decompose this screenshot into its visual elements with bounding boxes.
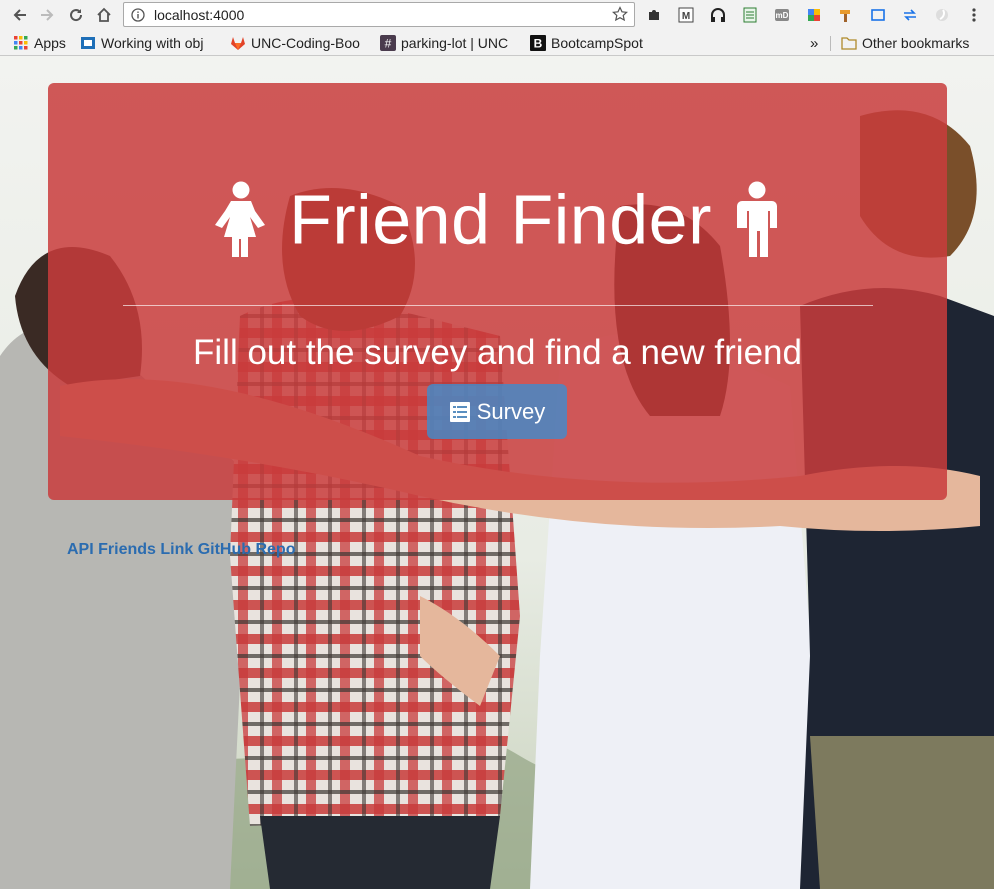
swap-arrows-icon[interactable] (901, 6, 919, 24)
info-icon (131, 8, 145, 22)
extension-puzzle-icon[interactable] (645, 6, 663, 24)
home-button[interactable] (94, 5, 114, 25)
apps-grid-icon (13, 35, 29, 51)
colorful-extension-icon[interactable] (805, 6, 823, 24)
title-divider (123, 305, 873, 306)
bookmark-label: Working with obj (101, 35, 204, 51)
bookmark-label: BootcampSpot (551, 35, 643, 51)
footer-links: API Friends Link GitHub Repo (67, 541, 295, 559)
home-icon (97, 7, 111, 22)
api-friends-link[interactable]: API Friends Link (67, 541, 193, 558)
bookmark-working-with-obj[interactable]: Working with obj (80, 34, 218, 52)
github-repo-link[interactable]: GitHub Repo (198, 541, 296, 558)
svg-text:mD: mD (776, 11, 789, 20)
other-bookmarks-folder[interactable]: Other bookmarks (841, 34, 969, 52)
bookmark-label: Other bookmarks (862, 35, 970, 51)
browser-toolbar: localhost:4000 M mD (0, 0, 994, 31)
bookmark-unc-coding[interactable]: UNC-Coding-Boo (230, 34, 368, 52)
reload-button[interactable] (66, 5, 86, 25)
forward-arrow-icon (41, 9, 54, 21)
bookmark-bootcampspot[interactable]: B BootcampSpot (530, 34, 643, 52)
headphones-icon[interactable] (709, 6, 727, 24)
back-button[interactable] (10, 5, 30, 25)
bookmark-label: Apps (34, 35, 66, 51)
folder-icon (841, 35, 857, 51)
female-icon (215, 181, 266, 257)
svg-text:#: # (385, 37, 392, 51)
bookmark-apps[interactable]: Apps (13, 34, 66, 52)
bookmark-parking-lot[interactable]: # parking-lot | UNC (380, 34, 518, 52)
svg-text:B: B (534, 37, 543, 51)
subtitle-text: Fill out the survey and find a new frien… (193, 333, 802, 372)
forward-button[interactable] (37, 5, 57, 25)
grey-extension-icon[interactable] (933, 6, 951, 24)
male-icon (736, 181, 777, 257)
screen-capture-icon[interactable] (869, 6, 887, 24)
reload-icon (70, 9, 83, 22)
bookmarks-overflow-button[interactable]: » (810, 34, 818, 52)
jumbotron-panel: Friend Finder Fill out the survey and fi… (48, 83, 947, 500)
page-viewport: Friend Finder Fill out the survey and fi… (0, 56, 994, 889)
slack-hash-icon: # (380, 35, 396, 51)
survey-button-label: Survey (476, 398, 546, 424)
gitlab-icon (230, 35, 246, 51)
title-text: Friend Finder (289, 180, 712, 259)
bookmark-star-icon[interactable] (612, 6, 628, 22)
bookmark-label: parking-lot | UNC (401, 35, 509, 51)
bootcampspot-icon: B (530, 35, 546, 51)
overflow-chevron-icon: » (810, 34, 819, 52)
svg-text:M: M (682, 11, 690, 22)
bookmark-label: UNC-Coding-Boo (251, 35, 360, 51)
menu-kebab-icon[interactable] (965, 6, 983, 24)
bookmark-separator (830, 36, 831, 51)
survey-button[interactable]: Survey (427, 384, 567, 439)
hammer-extension-icon[interactable] (837, 6, 855, 24)
url-text: localhost:4000 (154, 7, 245, 23)
page-title: Friend Finder (48, 179, 947, 259)
address-bar[interactable]: localhost:4000 (123, 2, 635, 27)
sheet-extension-icon[interactable] (741, 6, 759, 24)
back-arrow-icon (13, 9, 26, 21)
bookmarks-bar: Apps Working with obj UNC-Coding-Boo # p… (0, 31, 994, 56)
list-alt-icon (449, 401, 471, 423)
bookmark-page-icon (80, 35, 96, 51)
md-extension-icon[interactable]: mD (773, 6, 791, 24)
extension-m-icon[interactable]: M (677, 6, 695, 24)
